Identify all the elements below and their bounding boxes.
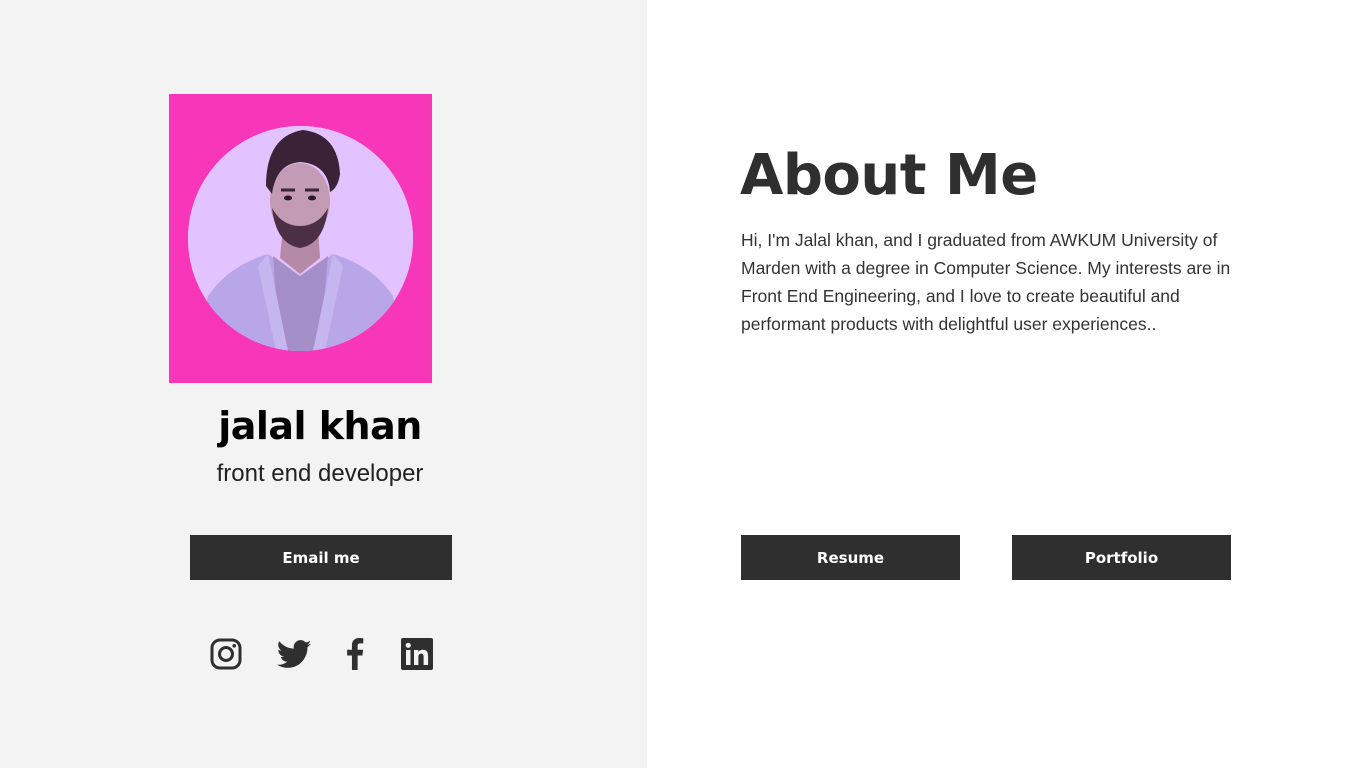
facebook-icon (347, 638, 364, 670)
instagram-icon (210, 638, 241, 670)
profile-name: jalal khan (218, 404, 422, 448)
twitter-icon (277, 639, 312, 668)
email-me-button[interactable]: Email me (190, 535, 452, 580)
profile-photo (188, 126, 413, 351)
profile-role: front end developer (216, 460, 424, 487)
linkedin-icon (400, 638, 433, 670)
profile-panel: jalal khan front end developer Email me (0, 0, 647, 768)
instagram-link[interactable] (209, 637, 242, 671)
profile-photo-illustration (188, 126, 413, 351)
portfolio-button[interactable]: Portfolio (1012, 535, 1231, 580)
linkedin-link[interactable] (400, 637, 433, 671)
about-text: Hi, I'm Jalal khan, and I graduated from… (741, 230, 1231, 334)
profile-photo-frame (169, 94, 432, 383)
about-panel (647, 0, 1366, 768)
facebook-link[interactable] (344, 637, 366, 671)
about-title: About Me (740, 143, 1038, 208)
twitter-link[interactable] (277, 637, 312, 671)
resume-button[interactable]: Resume (741, 535, 960, 580)
